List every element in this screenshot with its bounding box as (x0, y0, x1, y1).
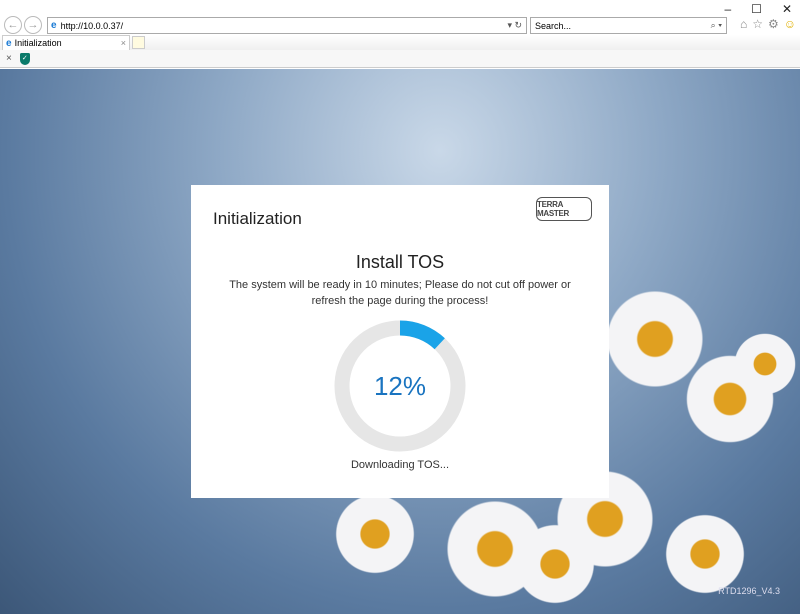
shield-icon[interactable]: ✓ (19, 52, 30, 65)
back-button[interactable]: ← (4, 16, 22, 34)
favorites-star-icon[interactable]: ☆ (752, 17, 763, 31)
install-heading: Install TOS (355, 252, 445, 272)
browser-chrome: – ☐ ✕ ← → e http://10.0.0.37/ ▾ ↻ Search… (0, 0, 800, 68)
progress-status: Downloading TOS... (350, 459, 450, 471)
maximize-button[interactable]: ☐ (751, 2, 762, 16)
version-label: RTD1296_V4.3 (718, 586, 780, 596)
search-input[interactable]: Search... ⌕ ▾ (530, 17, 727, 34)
tab-label: Initialization (14, 38, 62, 48)
ie-icon: e (51, 20, 57, 31)
search-icon[interactable]: ⌕ ▾ (711, 20, 726, 31)
new-tab-button[interactable] (132, 36, 145, 49)
close-button[interactable]: ✕ (782, 2, 792, 16)
refresh-icon[interactable]: ▾ ↻ (507, 20, 526, 31)
minimize-button[interactable]: – (724, 2, 731, 16)
close-tab-icon[interactable]: × (121, 38, 129, 48)
install-message: The system will be ready in 10 minutes; … (229, 279, 571, 307)
address-bar[interactable]: e http://10.0.0.37/ ▾ ↻ (47, 17, 527, 34)
initialization-dialog: Initialization TERRA MASTER Install TOS … (191, 185, 609, 498)
close-icon[interactable]: × (6, 53, 12, 64)
forward-button[interactable]: → (24, 16, 42, 34)
ie-icon: e (6, 37, 12, 49)
terramaster-logo: TERRA MASTER (536, 197, 592, 221)
home-icon[interactable]: ⌂ (740, 17, 747, 31)
progress-percent: 12% (373, 370, 427, 401)
gear-icon[interactable]: ⚙ (768, 17, 779, 31)
search-placeholder: Search... (535, 20, 572, 31)
smiley-icon[interactable]: ☺ (784, 17, 796, 31)
dialog-title: Initialization (213, 209, 302, 228)
tab-initialization[interactable]: e Initialization × (2, 35, 130, 50)
url-text: http://10.0.0.37/ (60, 20, 124, 31)
